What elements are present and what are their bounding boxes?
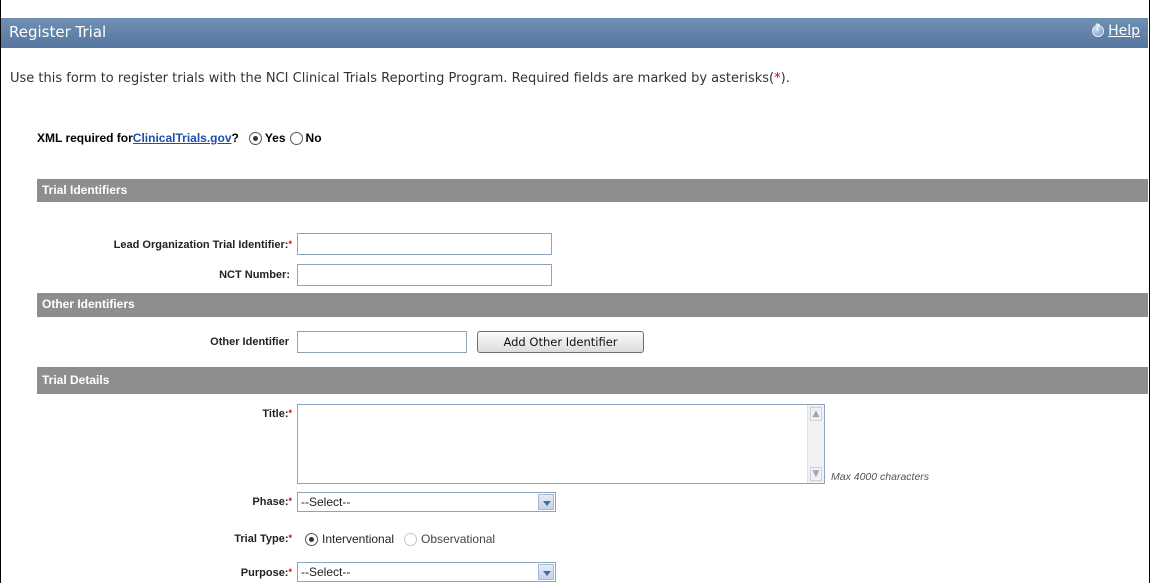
- title-bar: Register Trial Help: [1, 18, 1148, 48]
- lead-org-label: Lead Organization Trial Identifier:*: [40, 239, 292, 251]
- lead-org-label-text: Lead Organization Trial Identifier:: [113, 239, 289, 251]
- xml-yes-radio[interactable]: [248, 131, 262, 145]
- title-scrollbar[interactable]: ▲ ▼: [807, 405, 824, 483]
- observational-radio[interactable]: [404, 532, 418, 546]
- intro-message: Use this form to register trials with th…: [10, 71, 775, 86]
- title-textarea[interactable]: ▲ ▼: [297, 404, 825, 484]
- section-other-identifiers: Other Identifiers: [37, 293, 1148, 317]
- phase-label-text: Phase:: [252, 496, 289, 508]
- chevron-down-icon[interactable]: [538, 564, 554, 580]
- title-label: Title:*: [40, 408, 292, 420]
- xml-no-label[interactable]: No: [306, 131, 322, 145]
- other-identifier-label: Other Identifier: [40, 336, 289, 348]
- required-asterisk: *: [288, 567, 292, 577]
- trial-type-options: Interventional Observational: [305, 532, 495, 546]
- scroll-up-arrow-icon[interactable]: ▲: [810, 407, 822, 421]
- nct-number-input[interactable]: [297, 264, 552, 286]
- required-asterisk: *: [288, 533, 292, 543]
- help-link[interactable]: Help: [1108, 23, 1140, 39]
- purpose-selected-value: --Select--: [301, 565, 351, 579]
- chevron-down-icon[interactable]: [538, 494, 554, 510]
- nct-number-label-text: NCT Number:: [219, 269, 290, 281]
- help-link-area[interactable]: Help: [1092, 23, 1140, 39]
- add-other-identifier-button[interactable]: Add Other Identifier: [477, 331, 644, 353]
- purpose-select[interactable]: --Select--: [297, 562, 556, 582]
- other-identifier-label-text: Other Identifier: [210, 336, 289, 348]
- trial-type-label-text: Trial Type:: [234, 533, 289, 545]
- intro-close: ).: [780, 71, 790, 86]
- required-asterisk: *: [288, 408, 292, 418]
- section-trial-details: Trial Details: [37, 367, 1148, 394]
- nct-number-label: NCT Number:: [40, 269, 290, 281]
- interventional-label[interactable]: Interventional: [322, 532, 394, 546]
- phase-select[interactable]: --Select--: [297, 492, 556, 512]
- clinicaltrials-link[interactable]: ClinicalTrials.gov: [133, 131, 232, 145]
- trial-type-label: Trial Type:*: [40, 533, 292, 545]
- purpose-label-text: Purpose:: [240, 567, 289, 579]
- phase-label: Phase:*: [40, 496, 292, 508]
- section-trial-identifiers: Trial Identifiers: [37, 179, 1148, 202]
- intro-text: Use this form to register trials with th…: [10, 71, 790, 86]
- lead-org-identifier-input[interactable]: [297, 233, 552, 255]
- required-asterisk: *: [288, 496, 292, 506]
- xml-no-radio[interactable]: [289, 131, 303, 145]
- other-identifier-input[interactable]: [297, 331, 467, 353]
- observational-label[interactable]: Observational: [421, 532, 495, 546]
- xml-label-suffix: ?: [231, 131, 239, 145]
- scroll-down-arrow-icon[interactable]: ▼: [810, 467, 822, 481]
- help-icon[interactable]: [1092, 23, 1105, 37]
- page-title: Register Trial: [9, 23, 107, 41]
- title-label-text: Title:: [262, 408, 289, 420]
- xml-required-row: XML required for ClinicalTrials.gov ? Ye…: [37, 131, 326, 145]
- xml-yes-label[interactable]: Yes: [265, 131, 286, 145]
- title-max-hint: Max 4000 characters: [831, 471, 930, 483]
- purpose-label: Purpose:*: [40, 567, 292, 579]
- phase-selected-value: --Select--: [301, 495, 351, 509]
- xml-label-prefix: XML required for: [37, 131, 133, 145]
- required-asterisk: *: [288, 239, 292, 249]
- interventional-radio[interactable]: [305, 532, 318, 546]
